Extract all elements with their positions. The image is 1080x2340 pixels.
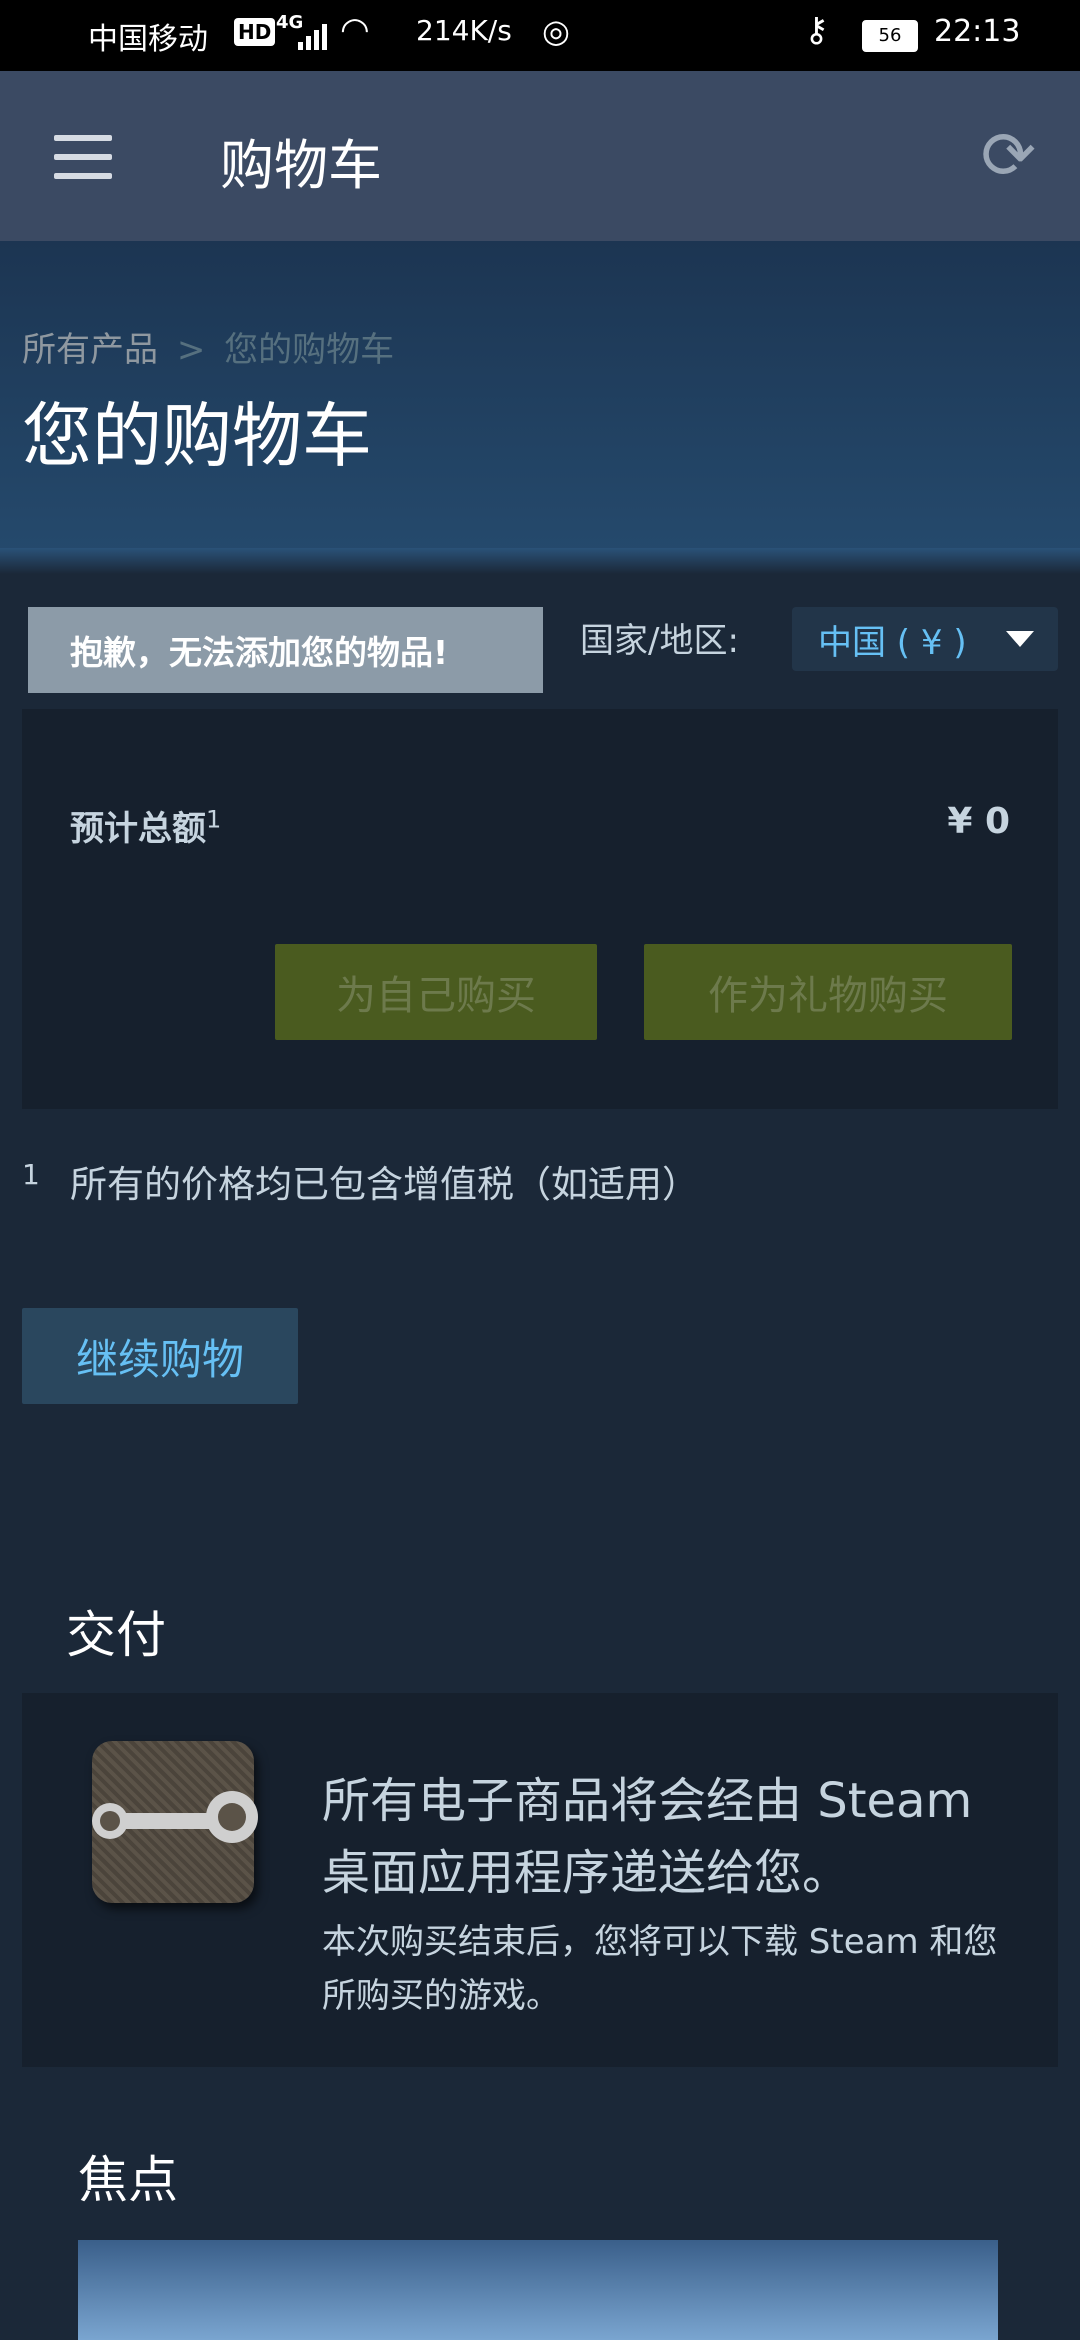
country-select[interactable]: 中国 ( ¥ ) (792, 607, 1058, 671)
breadcrumb-current[interactable]: 您的购物车 (224, 330, 394, 370)
sync-icon: ◎ (542, 12, 570, 50)
refresh-icon[interactable]: ⟳ (981, 117, 1036, 194)
breadcrumb: 所有产品 > 您的购物车 (22, 322, 394, 371)
battery-icon: 56 (862, 20, 918, 52)
footnote-number: 1 (22, 1158, 40, 1191)
purchase-for-self-button[interactable]: 为自己购买 (275, 944, 597, 1040)
wifi-icon: ◠ (340, 10, 370, 50)
delivery-panel: 所有电子商品将会经由 Steam 桌面应用程序递送给您。 本次购买结束后，您将可… (22, 1693, 1058, 2067)
app-header: 购物车 ⟳ (0, 71, 1080, 241)
network-speed: 214K/s (416, 14, 512, 47)
app-title: 购物车 (220, 134, 382, 197)
delivery-heading: 交付 (66, 1606, 166, 1664)
chevron-down-icon (1006, 631, 1034, 647)
status-bar: 中国移动 HD 4G ◠ 214K/s ◎ ⚷ 56 22:13 (0, 0, 1080, 71)
breadcrumb-separator: > (176, 330, 206, 370)
carrier-label: 中国移动 (88, 22, 208, 57)
hd-badge: HD (234, 18, 276, 46)
breadcrumb-all-products[interactable]: 所有产品 (22, 330, 158, 370)
error-notice: 抱歉，无法添加您的物品! (28, 607, 543, 693)
steam-logo-icon (92, 1741, 258, 1903)
country-label: 国家/地区: (580, 621, 739, 661)
hero-divider (0, 548, 1080, 574)
estimated-total-label: 预计总额1 (70, 801, 221, 850)
continue-shopping-button[interactable]: 继续购物 (22, 1308, 298, 1404)
delivery-sub-text: 本次购买结束后，您将可以下载 Steam 和您所购买的游戏。 (322, 1922, 998, 2016)
clock: 22:13 (934, 14, 1021, 49)
estimated-total-value: ¥ 0 (947, 801, 1010, 842)
estimated-total-text: 预计总额 (70, 809, 206, 849)
delivery-main-text: 所有电子商品将会经由 Steam 桌面应用程序递送给您。 (322, 1773, 973, 1901)
cart-total-panel: 预计总额1 ¥ 0 为自己购买 作为礼物购买 (22, 709, 1058, 1109)
footnote-ref: 1 (206, 805, 222, 834)
footnote-text: 所有的价格均已包含增值税（如适用） (70, 1163, 699, 1206)
purchase-as-gift-button[interactable]: 作为礼物购买 (644, 944, 1012, 1040)
country-selected-value: 中国 ( ¥ ) (818, 622, 967, 663)
page-title: 您的购物车 (22, 395, 372, 477)
focus-banner-image[interactable] (78, 2240, 998, 2340)
menu-icon[interactable] (54, 135, 112, 179)
signal-icon (298, 20, 327, 58)
focus-heading: 焦点 (78, 2151, 178, 2209)
key-icon: ⚷ (804, 10, 829, 50)
